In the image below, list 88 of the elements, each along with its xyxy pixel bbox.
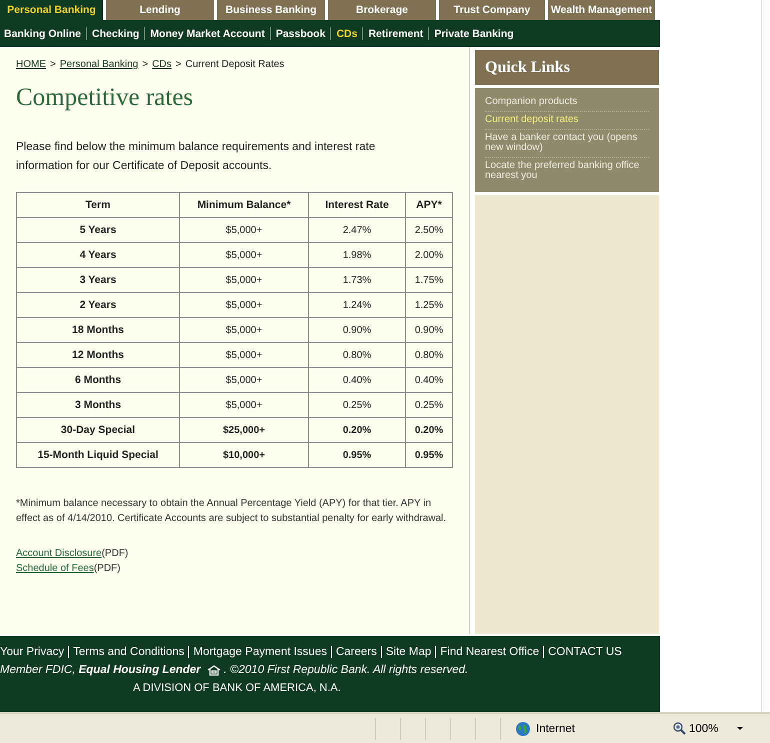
table-cell: 0.40% xyxy=(308,368,406,392)
security-zone-label: Internet xyxy=(536,722,575,734)
document-link[interactable]: Account Disclosure xyxy=(16,548,102,559)
table-cell: 0.90% xyxy=(406,318,452,342)
zoom-control[interactable]: 100% xyxy=(673,722,744,735)
table-cell: 1.25% xyxy=(406,292,452,318)
globe-icon xyxy=(515,720,531,736)
footer-link[interactable]: CONTACT US xyxy=(548,646,622,658)
footer-link[interactable]: Mortgage Payment Issues xyxy=(193,646,327,658)
table-cell: 6 Months xyxy=(16,368,180,392)
subnav-link[interactable]: CDs xyxy=(336,28,358,40)
column-header: Minimum Balance* xyxy=(180,192,308,218)
table-cell: $5,000+ xyxy=(180,368,308,392)
column-header: APY* xyxy=(406,192,452,218)
table-cell: 12 Months xyxy=(16,342,180,368)
table-cell: 2.47% xyxy=(308,218,406,242)
table-cell: 0.95% xyxy=(308,442,406,468)
breadcrumb-link[interactable]: CDs xyxy=(152,59,172,70)
table-cell: 2 Years xyxy=(16,292,180,318)
footer-link[interactable]: Careers xyxy=(336,646,377,658)
table-cell: $5,000+ xyxy=(180,318,308,342)
table-cell: 18 Months xyxy=(16,318,180,342)
table-cell: 0.25% xyxy=(406,392,452,418)
subnav-link[interactable]: Checking xyxy=(92,28,140,40)
breadcrumb-link[interactable]: Personal Banking xyxy=(60,59,138,70)
footer-link[interactable]: Site Map xyxy=(386,646,432,658)
table-cell: 2.00% xyxy=(406,242,452,268)
table-cell: 0.20% xyxy=(406,418,452,442)
table-cell: $5,000+ xyxy=(180,218,308,242)
table-cell: 3 Years xyxy=(16,268,180,292)
breadcrumb-current: Current Deposit Rates xyxy=(185,59,284,70)
breadcrumb-separator: > xyxy=(176,59,182,70)
table-cell: 0.95% xyxy=(406,442,452,468)
footer-link[interactable]: Your Privacy xyxy=(0,646,64,658)
table-cell: $5,000+ xyxy=(180,268,308,292)
house-icon xyxy=(206,664,221,676)
table-cell: 1.75% xyxy=(406,268,452,292)
table-cell: 4 Years xyxy=(16,242,180,268)
zoom-icon xyxy=(673,722,686,735)
nav-tab[interactable]: Trust Company xyxy=(439,0,545,20)
table-cell: 0.25% xyxy=(308,392,406,418)
table-cell: $5,000+ xyxy=(180,292,308,318)
subnav-link[interactable]: Private Banking xyxy=(434,28,514,40)
column-header: Interest Rate xyxy=(308,192,406,218)
table-cell: 1.98% xyxy=(308,242,406,268)
column-header: Term xyxy=(16,192,180,218)
table-cell: 1.73% xyxy=(308,268,406,292)
table-cell: $5,000+ xyxy=(180,392,308,418)
subnav-link[interactable]: Passbook xyxy=(276,28,326,40)
caret-icon xyxy=(737,727,744,730)
division-text: A DIVISION OF BANK OF AMERICA, N.A. xyxy=(132,682,342,694)
subnav-link[interactable]: Retirement xyxy=(368,28,424,40)
footer-link[interactable]: Find Nearest Office xyxy=(440,646,540,658)
table-cell: $25,000+ xyxy=(180,418,308,442)
subnav-link[interactable]: Money Market Account xyxy=(150,28,265,40)
nav-tab[interactable]: Personal Banking xyxy=(0,0,103,20)
footnote-text: *Minimum balance necessary to obtain the Annual Percentage Yield (APY) for that tier. APY in effect as of 4/14/2010. Certificate Accounts are subject to substantial penalty for early withdrawal. xyxy=(16,497,448,526)
document-link[interactable]: Schedule of Fees xyxy=(16,563,94,574)
table-cell: 30-Day Special xyxy=(16,418,180,442)
table-cell: 15-Month Liquid Special xyxy=(16,442,180,468)
table-cell: 0.80% xyxy=(308,342,406,368)
nav-tab[interactable]: Wealth Management xyxy=(548,0,655,20)
page-heading: Competitive rates xyxy=(16,84,194,112)
file-type-label: (PDF) xyxy=(102,548,128,559)
table-cell: 5 Years xyxy=(16,218,180,242)
table-cell: $5,000+ xyxy=(180,342,308,368)
intro-text: Please find below the minimum balance requirements and interest rate information for our Certificate of Deposit accounts. xyxy=(16,140,376,174)
member-text: Member FDIC, Equal Housing Lender xyxy=(0,664,201,676)
breadcrumb-separator: > xyxy=(142,59,148,70)
table-cell: 2.50% xyxy=(406,218,452,242)
breadcrumb-link[interactable]: HOME xyxy=(16,59,46,70)
table-cell: 1.24% xyxy=(308,292,406,318)
table-cell: 3 Months xyxy=(16,392,180,418)
nav-tab[interactable]: Business Banking xyxy=(217,0,325,20)
footer-link[interactable]: Terms and Conditions xyxy=(73,646,184,658)
table-cell: 0.80% xyxy=(406,342,452,368)
nav-tab[interactable]: Lending xyxy=(106,0,214,20)
table-cell: 0.40% xyxy=(406,368,452,392)
quick-links-header: Quick Links xyxy=(475,50,659,85)
subnav-link[interactable]: Banking Online xyxy=(4,28,82,40)
table-cell: 0.20% xyxy=(308,418,406,442)
table-cell: $10,000+ xyxy=(180,442,308,468)
table-cell: 0.90% xyxy=(308,318,406,342)
copyright-text: . ©2010 First Republic Bank. All rights reserved. xyxy=(224,664,468,676)
breadcrumb-separator: > xyxy=(50,59,56,70)
table-cell: $5,000+ xyxy=(180,242,308,268)
file-type-label: (PDF) xyxy=(94,563,120,574)
nav-tab[interactable]: Brokerage xyxy=(328,0,436,20)
